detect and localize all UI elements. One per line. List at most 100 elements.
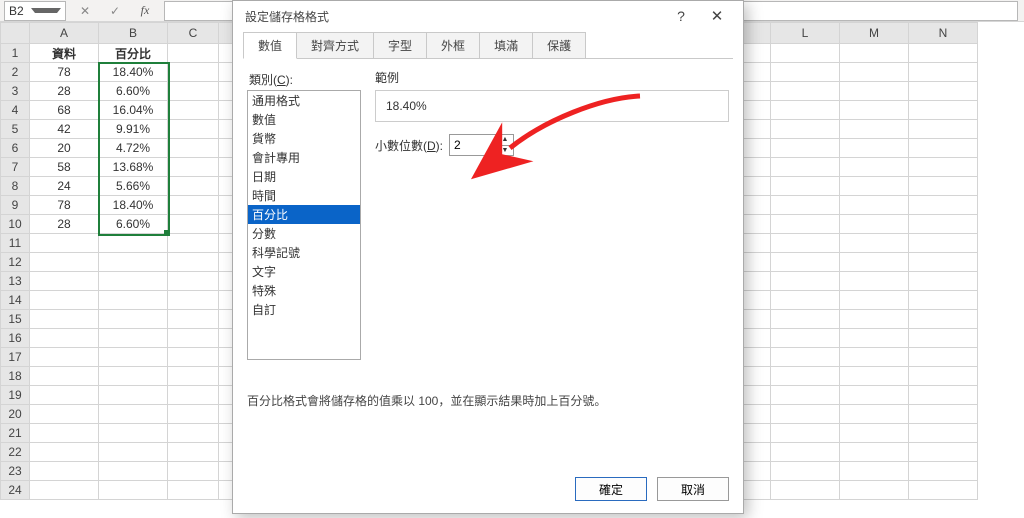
cell-L9[interactable] (771, 196, 840, 215)
cell-A14[interactable] (30, 291, 99, 310)
cell-B14[interactable] (99, 291, 168, 310)
category-item-6[interactable]: 百分比 (248, 205, 360, 224)
cell-C1[interactable] (168, 44, 219, 63)
row-header-9[interactable]: 9 (1, 196, 30, 215)
cell-A17[interactable] (30, 348, 99, 367)
cell-C3[interactable] (168, 82, 219, 101)
cell-M16[interactable] (840, 329, 909, 348)
col-header-N[interactable]: N (909, 23, 978, 44)
cell-N12[interactable] (909, 253, 978, 272)
cell-N3[interactable] (909, 82, 978, 101)
cell-M19[interactable] (840, 386, 909, 405)
cell-A12[interactable] (30, 253, 99, 272)
cell-L24[interactable] (771, 481, 840, 500)
cell-A5[interactable]: 42 (30, 120, 99, 139)
cell-L7[interactable] (771, 158, 840, 177)
cell-A16[interactable] (30, 329, 99, 348)
cell-M1[interactable] (840, 44, 909, 63)
row-header-17[interactable]: 17 (1, 348, 30, 367)
row-header-11[interactable]: 11 (1, 234, 30, 253)
cell-L6[interactable] (771, 139, 840, 158)
cell-B23[interactable] (99, 462, 168, 481)
cell-B13[interactable] (99, 272, 168, 291)
cell-C18[interactable] (168, 367, 219, 386)
row-header-1[interactable]: 1 (1, 44, 30, 63)
cell-M4[interactable] (840, 101, 909, 120)
cell-N14[interactable] (909, 291, 978, 310)
cell-M14[interactable] (840, 291, 909, 310)
row-header-24[interactable]: 24 (1, 481, 30, 500)
cell-N20[interactable] (909, 405, 978, 424)
cell-C21[interactable] (168, 424, 219, 443)
cell-L20[interactable] (771, 405, 840, 424)
cell-B17[interactable] (99, 348, 168, 367)
cell-L4[interactable] (771, 101, 840, 120)
cell-C17[interactable] (168, 348, 219, 367)
cell-L1[interactable] (771, 44, 840, 63)
cell-A18[interactable] (30, 367, 99, 386)
cell-L17[interactable] (771, 348, 840, 367)
row-header-22[interactable]: 22 (1, 443, 30, 462)
cell-A24[interactable] (30, 481, 99, 500)
cell-A8[interactable]: 24 (30, 177, 99, 196)
cell-A20[interactable] (30, 405, 99, 424)
row-header-21[interactable]: 21 (1, 424, 30, 443)
cell-B12[interactable] (99, 253, 168, 272)
cell-L21[interactable] (771, 424, 840, 443)
category-item-8[interactable]: 科學記號 (248, 243, 360, 262)
close-icon[interactable]: ✕ (699, 2, 735, 30)
cell-N11[interactable] (909, 234, 978, 253)
cell-N6[interactable] (909, 139, 978, 158)
cell-A2[interactable]: 78 (30, 63, 99, 82)
row-header-12[interactable]: 12 (1, 253, 30, 272)
cell-M23[interactable] (840, 462, 909, 481)
cell-A6[interactable]: 20 (30, 139, 99, 158)
row-header-8[interactable]: 8 (1, 177, 30, 196)
row-header-23[interactable]: 23 (1, 462, 30, 481)
category-item-5[interactable]: 時間 (248, 186, 360, 205)
cell-C10[interactable] (168, 215, 219, 234)
cell-C12[interactable] (168, 253, 219, 272)
cell-B5[interactable]: 9.91% (99, 120, 168, 139)
cell-A19[interactable] (30, 386, 99, 405)
cell-A22[interactable] (30, 443, 99, 462)
cell-N24[interactable] (909, 481, 978, 500)
col-header-M[interactable]: M (840, 23, 909, 44)
cell-N13[interactable] (909, 272, 978, 291)
cell-M6[interactable] (840, 139, 909, 158)
cell-N22[interactable] (909, 443, 978, 462)
cell-L2[interactable] (771, 63, 840, 82)
cell-M22[interactable] (840, 443, 909, 462)
category-item-7[interactable]: 分數 (248, 224, 360, 243)
category-item-11[interactable]: 自訂 (248, 300, 360, 319)
cell-B9[interactable]: 18.40% (99, 196, 168, 215)
decimal-places-spinner[interactable]: ▲ ▼ (449, 134, 514, 156)
spin-up-icon[interactable]: ▲ (497, 135, 513, 146)
cell-L11[interactable] (771, 234, 840, 253)
cell-N21[interactable] (909, 424, 978, 443)
cell-N23[interactable] (909, 462, 978, 481)
dialog-titlebar[interactable]: 設定儲存格格式 ? ✕ (233, 1, 743, 31)
row-header-20[interactable]: 20 (1, 405, 30, 424)
row-header-4[interactable]: 4 (1, 101, 30, 120)
cell-M12[interactable] (840, 253, 909, 272)
select-all-corner[interactable] (1, 23, 30, 44)
cell-M7[interactable] (840, 158, 909, 177)
spin-down-icon[interactable]: ▼ (497, 146, 513, 156)
cell-C7[interactable] (168, 158, 219, 177)
row-header-2[interactable]: 2 (1, 63, 30, 82)
cell-A11[interactable] (30, 234, 99, 253)
fx-icon[interactable]: fx (134, 2, 156, 20)
cell-B10[interactable]: 6.60% (99, 215, 168, 234)
cell-B24[interactable] (99, 481, 168, 500)
cell-C8[interactable] (168, 177, 219, 196)
cell-C11[interactable] (168, 234, 219, 253)
cell-B7[interactable]: 13.68% (99, 158, 168, 177)
cell-B3[interactable]: 6.60% (99, 82, 168, 101)
row-header-15[interactable]: 15 (1, 310, 30, 329)
col-header-A[interactable]: A (30, 23, 99, 44)
cell-L12[interactable] (771, 253, 840, 272)
cell-L18[interactable] (771, 367, 840, 386)
cell-M17[interactable] (840, 348, 909, 367)
cancel-button[interactable]: 取消 (657, 477, 729, 501)
